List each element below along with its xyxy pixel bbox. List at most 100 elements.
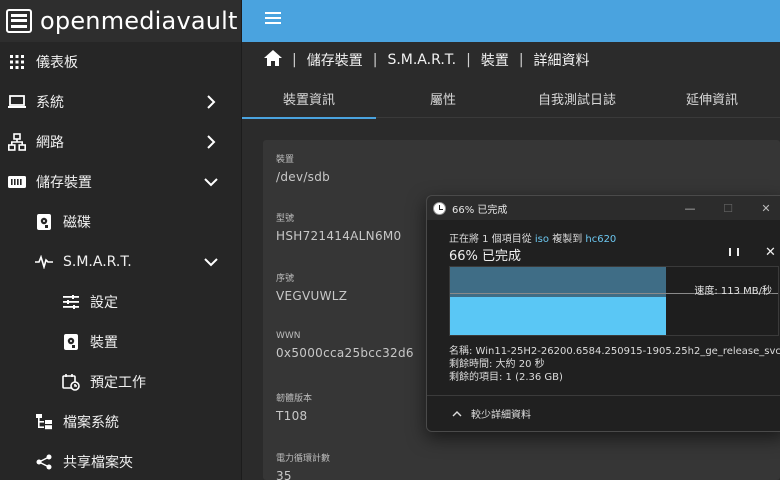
- sidebar-item-filesystems[interactable]: 檔案系統: [0, 402, 241, 442]
- brand[interactable]: openmediavault: [0, 0, 241, 42]
- pulse-icon: [35, 253, 53, 271]
- field-value: 35: [276, 469, 292, 480]
- laptop-icon: [8, 93, 26, 111]
- copy-details: 名稱: Win11-25H2-26200.6584.250915-1905.25…: [449, 345, 780, 384]
- file-name: 名稱: Win11-25H2-26200.6584.250915-1905.25…: [449, 346, 780, 357]
- sidebar-item-label: 設定: [90, 295, 118, 311]
- field-label: 韌體版本: [276, 394, 313, 404]
- home-icon[interactable]: [264, 50, 282, 70]
- sidebar-item-label: 磁碟: [63, 215, 91, 231]
- sidebar-item-storage[interactable]: 儲存裝置: [0, 162, 241, 202]
- sidebar-item-smart-settings[interactable]: 設定: [0, 282, 241, 322]
- copy-description: 正在將 1 個項目從 iso 複製到 hc620: [449, 230, 616, 245]
- network-icon: [8, 133, 26, 151]
- chevron-up-icon: [452, 410, 462, 416]
- dialog-divider: [427, 395, 780, 396]
- copy-destination-link[interactable]: hc620: [585, 234, 616, 245]
- sidebar-item-system[interactable]: 系統: [0, 82, 241, 122]
- pause-icon[interactable]: [729, 248, 739, 258]
- copy-source-link[interactable]: iso: [535, 234, 549, 245]
- openmediavault-logo-icon: [6, 9, 32, 33]
- graph-speed-area: [450, 297, 667, 335]
- copy-text: 複製到: [549, 234, 586, 245]
- disk-icon: [35, 213, 53, 231]
- field-label: WWN: [276, 331, 301, 341]
- sidebar-item-network[interactable]: 網路: [0, 122, 241, 162]
- sidebar-item-scheduled-tasks[interactable]: 預定工作: [0, 362, 241, 402]
- brand-title: openmediavault: [40, 7, 238, 35]
- sidebar-item-label: 檔案系統: [63, 415, 119, 431]
- sidebar-item-label: 網路: [36, 135, 64, 151]
- field-value: /dev/sdb: [276, 170, 331, 184]
- copy-progress-dialog: 66% 已完成 — ☐ ✕ 正在將 1 個項目從 iso 複製到 hc620 6…: [426, 195, 780, 432]
- dialog-body: 正在將 1 個項目從 iso 複製到 hc620 66% 已完成 ✕ 速度: 1…: [427, 220, 780, 431]
- breadcrumb-separator: |: [466, 52, 471, 68]
- field-value: VEGVUWLZ: [276, 289, 348, 303]
- field-label: 電力循環計數: [276, 454, 331, 464]
- tab-extended-info[interactable]: 延伸資訊: [644, 78, 780, 118]
- sidebar-item-shared-folders[interactable]: 共享檔案夾: [0, 442, 241, 480]
- window-close-icon[interactable]: ✕: [747, 196, 780, 220]
- field-device: 裝置 /dev/sdb: [276, 152, 330, 184]
- breadcrumb-separator: |: [372, 52, 378, 68]
- share-icon: [35, 453, 53, 471]
- field-value: 0x5000cca25bcc32d6: [276, 346, 414, 360]
- transfer-speed-graph: 速度: 113 MB/秒: [449, 266, 779, 336]
- sidebar-item-smart-devices[interactable]: 裝置: [0, 322, 241, 362]
- sidebar-item-label: 系統: [36, 95, 64, 111]
- sidebar-item-disks[interactable]: 磁碟: [0, 202, 241, 242]
- storage-icon: [8, 173, 26, 191]
- disk-icon: [62, 333, 80, 351]
- window-controls: — ☐ ✕: [671, 196, 780, 220]
- dashboard-grid-icon: [8, 53, 26, 71]
- fewer-details-label: 較少詳細資料: [471, 410, 531, 421]
- field-wwn: WWN 0x5000cca25bcc32d6: [276, 331, 414, 360]
- copy-text: 正在將 1 個項目從: [449, 234, 535, 245]
- breadcrumb-item[interactable]: 裝置: [481, 50, 509, 70]
- sidebar-item-label: S.M.A.R.T.: [63, 254, 132, 270]
- progress-status: 66% 已完成: [449, 249, 522, 264]
- chevron-right-icon: [207, 135, 216, 149]
- breadcrumb-separator: |: [292, 52, 297, 68]
- fewer-details-button[interactable]: 較少詳細資料: [451, 406, 531, 421]
- settings-sliders-icon: [62, 293, 80, 311]
- maximize-icon: ☐: [723, 201, 733, 215]
- tab-self-test-logs[interactable]: 自我測試日誌: [510, 78, 644, 118]
- tab-attributes[interactable]: 屬性: [376, 78, 510, 118]
- clock-icon: [433, 201, 446, 215]
- field-label: 裝置: [276, 155, 295, 165]
- calendar-clock-icon: [62, 373, 80, 391]
- sidebar-item-label: 儀表板: [36, 55, 78, 71]
- field-power-cycle-count: 電力循環計數 35: [276, 451, 330, 480]
- sidebar-item-smart[interactable]: S.M.A.R.T.: [0, 242, 241, 282]
- field-label: 型號: [276, 214, 295, 224]
- chevron-down-icon: [204, 178, 218, 187]
- breadcrumb: | 儲存裝置 | S.M.A.R.T. | 裝置 | 詳細資料: [242, 42, 780, 78]
- dialog-titlebar[interactable]: 66% 已完成 — ☐ ✕: [427, 196, 780, 220]
- breadcrumb-item: 詳細資料: [533, 53, 590, 69]
- field-model: 型號 HSH721414ALN6M0: [276, 211, 401, 243]
- sidebar-item-label: 共享檔案夾: [63, 455, 133, 471]
- sidebar-item-label: 裝置: [90, 335, 118, 351]
- cancel-copy-icon[interactable]: ✕: [765, 245, 776, 260]
- field-value: T108: [276, 409, 308, 423]
- breadcrumb-item[interactable]: 儲存裝置: [307, 50, 363, 70]
- field-serial: 序號 VEGVUWLZ: [276, 271, 347, 303]
- menu-icon[interactable]: [265, 12, 281, 24]
- chevron-right-icon: [207, 95, 216, 109]
- field-value: HSH721414ALN6M0: [276, 229, 402, 243]
- breadcrumb-separator: |: [518, 52, 524, 68]
- sidebar-item-label: 儲存裝置: [36, 175, 92, 191]
- sidebar: openmediavault 儀表板 系統 網路 儲存裝置 磁碟 S.M.A.R…: [0, 0, 242, 480]
- breadcrumb-item[interactable]: S.M.A.R.T.: [387, 52, 456, 68]
- speed-label: 速度: 113 MB/秒: [694, 282, 772, 297]
- top-bar: [242, 0, 780, 42]
- sidebar-item-dashboard[interactable]: 儀表板: [0, 42, 241, 82]
- tab-device-info[interactable]: 裝置資訊: [242, 78, 376, 119]
- items-remaining: 剩餘的項目: 1 (2.36 GB): [449, 372, 563, 383]
- minimize-icon[interactable]: —: [671, 196, 709, 220]
- tab-bar: 裝置資訊 屬性 自我測試日誌 延伸資訊: [242, 78, 780, 119]
- chevron-down-icon: [204, 258, 218, 267]
- time-remaining: 剩餘時間: 大約 20 秒: [449, 359, 545, 370]
- field-label: 序號: [276, 274, 295, 284]
